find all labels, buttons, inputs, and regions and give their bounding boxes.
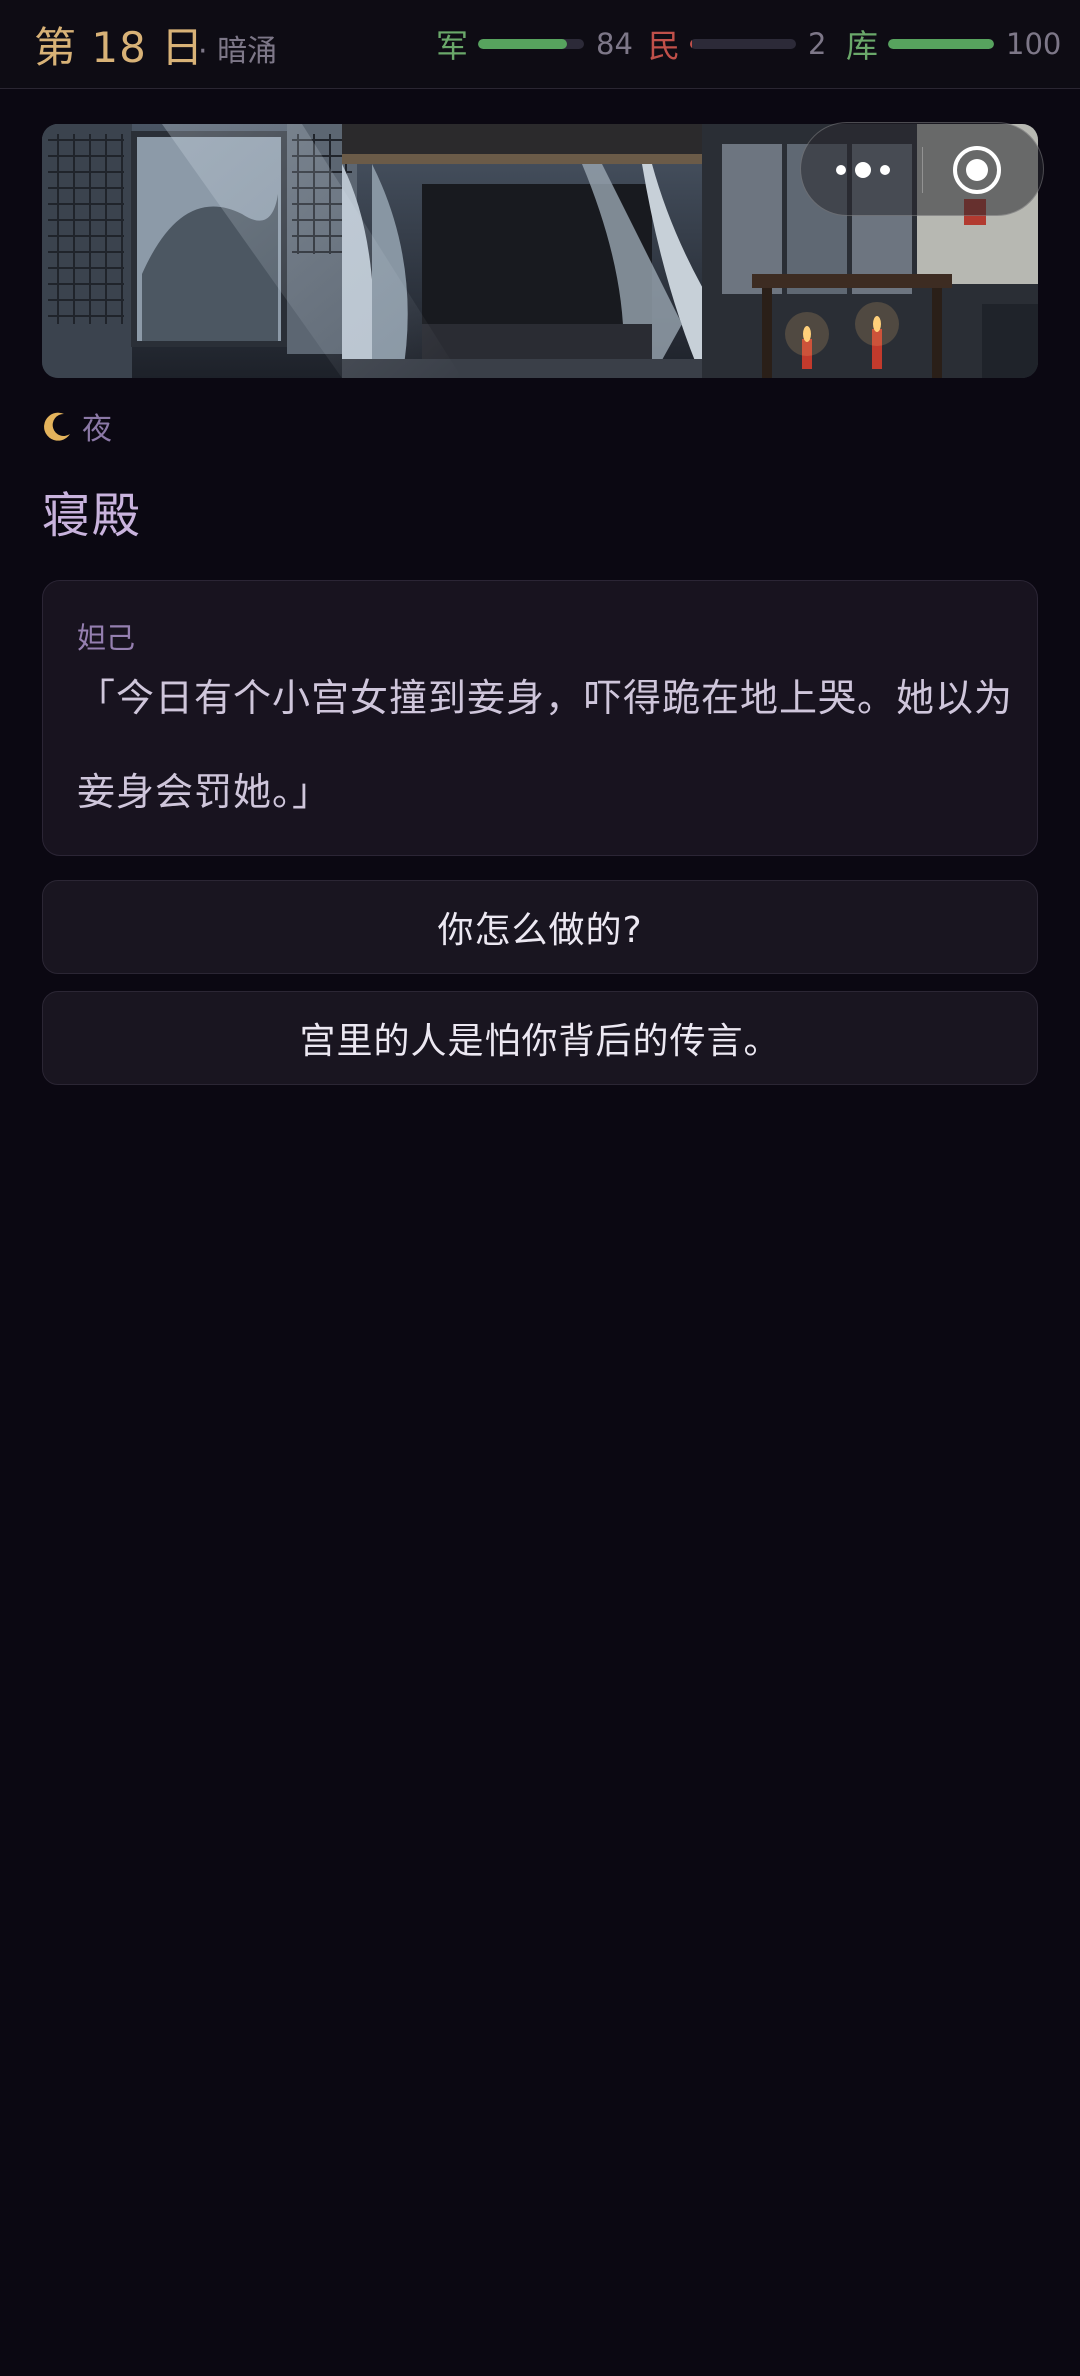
- stat-people-fill: [690, 39, 693, 49]
- capsule-divider: [922, 147, 923, 193]
- stat-treasury-value: 100: [1006, 27, 1062, 61]
- stat-treasury-label: 库: [846, 27, 879, 65]
- dialogue-text: 「今日有个小宫女撞到妾身，吓得跪在地上哭。她以为妾身会罚她。」: [77, 676, 1014, 814]
- stat-treasury: 库 100: [846, 22, 1061, 66]
- stat-people: 民 2: [648, 22, 826, 66]
- miniprogram-capsule: [800, 122, 1044, 216]
- dialogue-card: 妲己 「今日有个小宫女撞到妾身，吓得跪在地上哭。她以为妾身会罚她。」: [42, 580, 1038, 856]
- stat-treasury-fill: [888, 39, 995, 49]
- close-circle-icon[interactable]: [951, 144, 1003, 196]
- day-counter: 第 18 日: [34, 23, 205, 72]
- stat-treasury-bar: [888, 39, 995, 49]
- location-title: 寝殿: [42, 488, 143, 544]
- stat-military-bar: [478, 39, 585, 49]
- stat-people-value: 2: [808, 27, 827, 61]
- stat-military: 军 84: [436, 22, 633, 66]
- choice-button-2[interactable]: 宫里的人是怕你背后的传言。: [42, 991, 1038, 1085]
- phase-label: · 暗涌: [198, 34, 278, 69]
- time-of-day: 夜: [42, 404, 112, 448]
- top-status-bar: 第 18 日 · 暗涌 军 84 民 2 库 100: [0, 0, 1080, 89]
- stat-military-label: 军: [436, 27, 469, 65]
- time-label: 夜: [82, 412, 112, 447]
- stat-people-bar: [690, 39, 797, 49]
- stat-military-value: 84: [596, 27, 633, 61]
- choice-button-1[interactable]: 你怎么做的?: [42, 880, 1038, 974]
- crescent-moon-icon: [44, 412, 70, 441]
- more-dots-icon[interactable]: [835, 155, 891, 185]
- stat-people-label: 民: [648, 27, 681, 65]
- stat-military-fill: [478, 39, 568, 49]
